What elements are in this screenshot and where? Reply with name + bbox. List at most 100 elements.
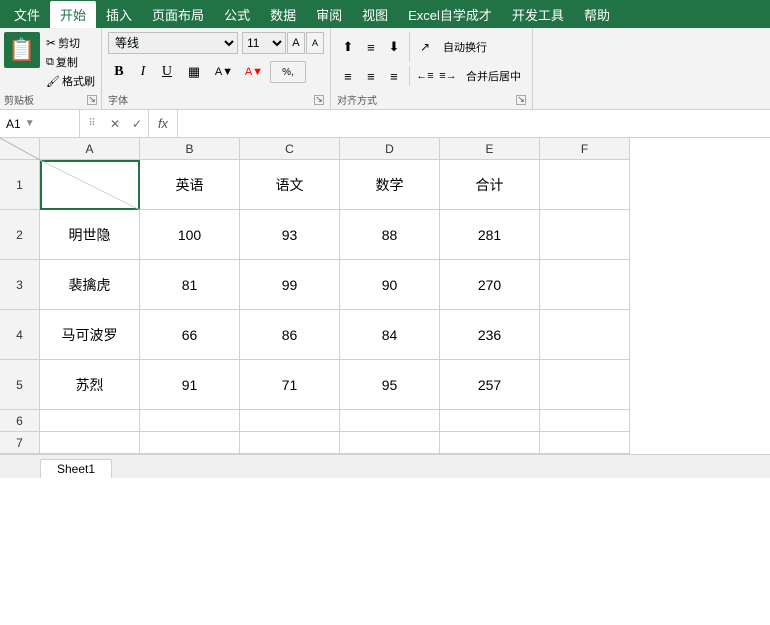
col-header-b[interactable]: B (140, 138, 240, 160)
cell-c4[interactable]: 86 (240, 310, 340, 360)
cell-f1[interactable] (540, 160, 630, 210)
menu-bar: 文件 开始 插入 页面布局 公式 数据 审阅 视图 Excel自学成才 开发工具… (0, 0, 770, 28)
font-color-button[interactable]: A▼ (240, 61, 268, 83)
cell-reference-box[interactable]: A1 ▼ (0, 110, 80, 137)
cell-a2[interactable]: 明世隐 (40, 210, 140, 260)
bold-button[interactable]: B (108, 61, 130, 83)
cell-f5[interactable] (540, 360, 630, 410)
cell-f3[interactable] (540, 260, 630, 310)
formula-input[interactable] (178, 110, 770, 137)
menu-item-formula[interactable]: 公式 (214, 1, 260, 28)
cell-d5[interactable]: 95 (340, 360, 440, 410)
spreadsheet: A B C D E F 1 英语 语文 数学 合计 2 明世隐 100 (0, 138, 770, 454)
format-painter-button[interactable]: 🖌 格式刷 (44, 72, 97, 90)
cell-c1[interactable]: 语文 (240, 160, 340, 210)
col-header-e[interactable]: E (440, 138, 540, 160)
cell-e6[interactable] (440, 410, 540, 432)
menu-item-review[interactable]: 审阅 (306, 1, 352, 28)
copy-button[interactable]: ⧉ 复制 (44, 53, 97, 71)
cell-b4[interactable]: 66 (140, 310, 240, 360)
cell-e1[interactable]: 合计 (440, 160, 540, 210)
cell-a7[interactable] (40, 432, 140, 454)
cell-b7[interactable] (140, 432, 240, 454)
row-header-4[interactable]: 4 (0, 310, 40, 360)
cell-a3[interactable]: 裴擒虎 (40, 260, 140, 310)
cell-d6[interactable] (340, 410, 440, 432)
row-header-3[interactable]: 3 (0, 260, 40, 310)
orientation-button[interactable]: ↗ (414, 37, 436, 57)
menu-item-insert[interactable]: 插入 (96, 1, 142, 28)
cell-a5[interactable]: 苏烈 (40, 360, 140, 410)
font-size-decrease[interactable]: A (287, 32, 305, 54)
menu-item-help[interactable]: 帮助 (574, 1, 620, 28)
col-header-f[interactable]: F (540, 138, 630, 160)
cell-c6[interactable] (240, 410, 340, 432)
cell-d3[interactable]: 90 (340, 260, 440, 310)
merge-center-button[interactable]: 合并后居中 (461, 66, 526, 86)
cell-d2[interactable]: 88 (340, 210, 440, 260)
formula-cancel[interactable]: ✕ (104, 110, 126, 137)
right-align-button[interactable]: ≡ (383, 66, 405, 86)
menu-item-file[interactable]: 文件 (4, 1, 50, 28)
row-header-2[interactable]: 2 (0, 210, 40, 260)
menu-item-data[interactable]: 数据 (260, 1, 306, 28)
cell-b5[interactable]: 91 (140, 360, 240, 410)
decrease-indent-button[interactable]: ←≡ (414, 66, 436, 86)
cell-d4[interactable]: 84 (340, 310, 440, 360)
sheet-tab-sheet1[interactable]: Sheet1 (40, 459, 112, 478)
cell-e4[interactable]: 236 (440, 310, 540, 360)
middle-align-button[interactable]: ≡ (360, 37, 382, 57)
top-align-button[interactable]: ⬆ (337, 37, 359, 57)
cell-e2[interactable]: 281 (440, 210, 540, 260)
row-header-7[interactable]: 7 (0, 432, 40, 454)
menu-item-self-learn[interactable]: Excel自学成才 (398, 1, 502, 28)
increase-indent-button[interactable]: ≡→ (437, 66, 459, 86)
col-header-c[interactable]: C (240, 138, 340, 160)
underline-button[interactable]: U (156, 61, 178, 83)
cell-e7[interactable] (440, 432, 540, 454)
number-format-button[interactable]: %, (270, 61, 306, 83)
cell-d7[interactable] (340, 432, 440, 454)
col-header-d[interactable]: D (340, 138, 440, 160)
cell-a4[interactable]: 马可波罗 (40, 310, 140, 360)
cell-f2[interactable] (540, 210, 630, 260)
cell-a1[interactable] (40, 160, 140, 210)
bottom-align-button[interactable]: ⬇ (383, 37, 405, 57)
cell-c7[interactable] (240, 432, 340, 454)
cell-c2[interactable]: 93 (240, 210, 340, 260)
font-size-increase[interactable]: A (306, 32, 324, 54)
menu-item-dev[interactable]: 开发工具 (502, 1, 574, 28)
cell-c3[interactable]: 99 (240, 260, 340, 310)
cell-b3[interactable]: 81 (140, 260, 240, 310)
left-align-button[interactable]: ≡ (337, 66, 359, 86)
row-header-5[interactable]: 5 (0, 360, 40, 410)
cell-e3[interactable]: 270 (440, 260, 540, 310)
center-align-button[interactable]: ≡ (360, 66, 382, 86)
wrap-text-button[interactable]: 自动换行 (438, 37, 492, 57)
cell-b6[interactable] (140, 410, 240, 432)
italic-button[interactable]: I (132, 61, 154, 83)
font-family-select[interactable]: 等线 (108, 32, 238, 54)
cell-b2[interactable]: 100 (140, 210, 240, 260)
menu-item-pagelayout[interactable]: 页面布局 (142, 1, 214, 28)
menu-item-view[interactable]: 视图 (352, 1, 398, 28)
menu-item-start[interactable]: 开始 (50, 1, 96, 28)
cell-e5[interactable]: 257 (440, 360, 540, 410)
fx-button[interactable]: fx (148, 110, 178, 137)
border-button[interactable]: ▦ (180, 61, 208, 83)
cell-f4[interactable] (540, 310, 630, 360)
row-header-1[interactable]: 1 (0, 160, 40, 210)
cell-b1[interactable]: 英语 (140, 160, 240, 210)
font-size-select[interactable]: 11 (242, 32, 286, 54)
col-header-a[interactable]: A (40, 138, 140, 160)
cell-f7[interactable] (540, 432, 630, 454)
row-header-6[interactable]: 6 (0, 410, 40, 432)
cell-a6[interactable] (40, 410, 140, 432)
fill-color-button[interactable]: A▼ (210, 61, 238, 83)
cut-button[interactable]: ✂ 剪切 (44, 34, 97, 52)
cell-d1[interactable]: 数学 (340, 160, 440, 210)
cell-f6[interactable] (540, 410, 630, 432)
formula-confirm[interactable]: ✓ (126, 110, 148, 137)
cell-c5[interactable]: 71 (240, 360, 340, 410)
paste-button[interactable]: 📋 (4, 32, 40, 68)
